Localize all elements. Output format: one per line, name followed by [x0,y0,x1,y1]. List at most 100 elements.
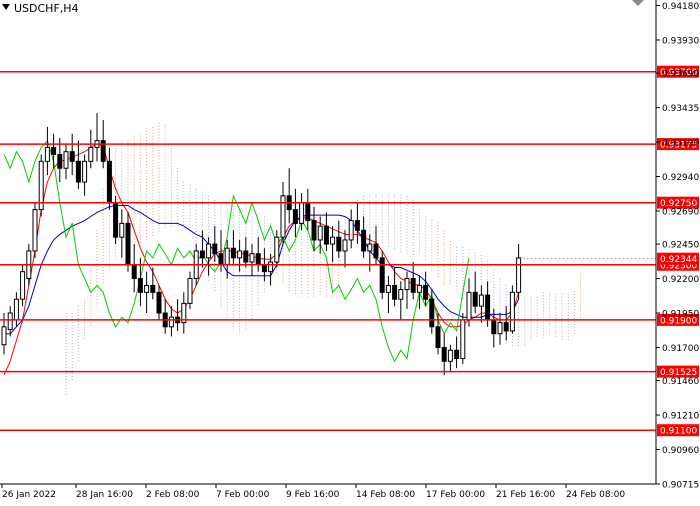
candle-body [447,349,453,362]
price-tick-label: 0.91950 [662,310,699,320]
time-tick-label: 28 Jan 16:00 [76,490,133,500]
chart-background [0,0,700,502]
candle-body [392,284,398,300]
candle-body [423,284,429,300]
candle-body [410,278,416,293]
chart-title: USDCHF,H4 [14,2,79,15]
time-tick-label: 14 Feb 08:00 [356,490,415,500]
candle-body [125,222,131,266]
candle-body [354,220,360,231]
candle-body [206,243,212,259]
candle-body [336,236,342,252]
candle-body [466,291,472,321]
candle-body [305,202,311,222]
candle-body [348,220,354,241]
chart-window[interactable]: 0.93700 0.93175 0.92750 0.92300 0.91900 0.915… [0,0,700,502]
price-tick-label: 0.91460 [662,377,699,387]
candle-body [367,243,373,252]
time-tick-label: 17 Feb 00:00 [426,490,485,500]
candle-body [317,225,323,241]
candle-body [150,284,156,293]
candle-body [230,247,236,259]
candle-body [106,160,112,204]
level-label: 0.91100 [660,427,697,437]
candle-body [119,222,125,238]
candle-body [404,278,410,291]
candle-body [7,312,13,331]
candle-body [454,349,460,360]
candle-body [509,291,515,332]
time-tick-label: 21 Feb 16:00 [496,490,555,500]
candle-body [168,316,174,328]
candle-body [330,236,336,245]
candle-body [63,151,69,169]
candle-body [187,278,193,304]
current-price-label: 0.92344 [660,255,697,265]
price-tick-label: 0.92690 [662,207,699,217]
candle-body [69,151,75,162]
candle-body [20,271,26,300]
price-tick-label: 0.91210 [662,412,699,422]
price-tick-label: 0.92200 [662,275,699,285]
candle-body [416,284,422,293]
candle-body [342,239,348,252]
candle-body [398,289,404,300]
candle-body [212,243,218,255]
candle-body [51,147,57,155]
candle-body [218,253,224,266]
price-tick-label: 0.93435 [662,104,699,114]
candle-body [131,264,137,280]
candle-body [485,294,491,321]
candle-body [82,160,88,183]
candle-body [1,326,7,346]
candle-body [32,209,38,252]
candle-body [268,261,274,273]
candle-body [460,319,466,360]
candle-body [44,147,50,162]
candle-body [137,278,143,293]
candle-body [299,202,305,224]
time-tick-label: 2 Feb 08:00 [146,490,200,500]
candle-body [503,322,509,332]
time-tick-label: 7 Feb 00:00 [216,490,270,500]
price-tick-label: 0.93190 [662,139,699,149]
candle-body [243,250,249,263]
price-tick-label: 0.92940 [662,173,699,183]
candle-body [88,147,94,162]
time-tick-label: 24 Feb 08:00 [566,490,625,500]
price-tick-label: 0.94180 [662,2,699,12]
candle-body [75,160,81,183]
candle-body [224,247,230,266]
price-tick-label: 0.90960 [662,446,699,456]
price-tick-label: 0.92450 [662,241,699,251]
price-chart[interactable]: 0.937000.931750.927500.923000.919000.915… [0,0,700,502]
price-tick-label: 0.93690 [662,70,699,80]
candle-body [292,209,298,224]
candle-body [13,298,19,321]
candle-body [255,253,261,266]
candle-body [361,229,367,252]
candle-body [249,253,255,263]
price-tick-label: 0.93930 [662,36,699,46]
candle-body [144,284,150,293]
time-tick-label: 9 Feb 16:00 [286,490,340,500]
price-tick-label: 0.91700 [662,344,699,354]
price-tick-label: 0.90715 [662,481,699,491]
candle-body [497,322,503,335]
candle-body [478,294,484,307]
time-tick-label: 26 Jan 2022 [2,490,56,500]
candle-body [516,257,522,293]
candle-body [57,153,63,169]
candle-body [379,257,385,293]
candle-body [113,202,119,238]
candle-body [441,346,447,362]
candle-body [435,326,441,348]
candle-body [311,220,317,241]
candle-body [199,250,205,259]
candle-body [385,284,391,293]
candle-body [472,291,478,307]
candle-body [491,319,497,335]
candle-body [373,243,379,259]
candle-body [274,236,280,263]
candle-body [237,250,243,259]
